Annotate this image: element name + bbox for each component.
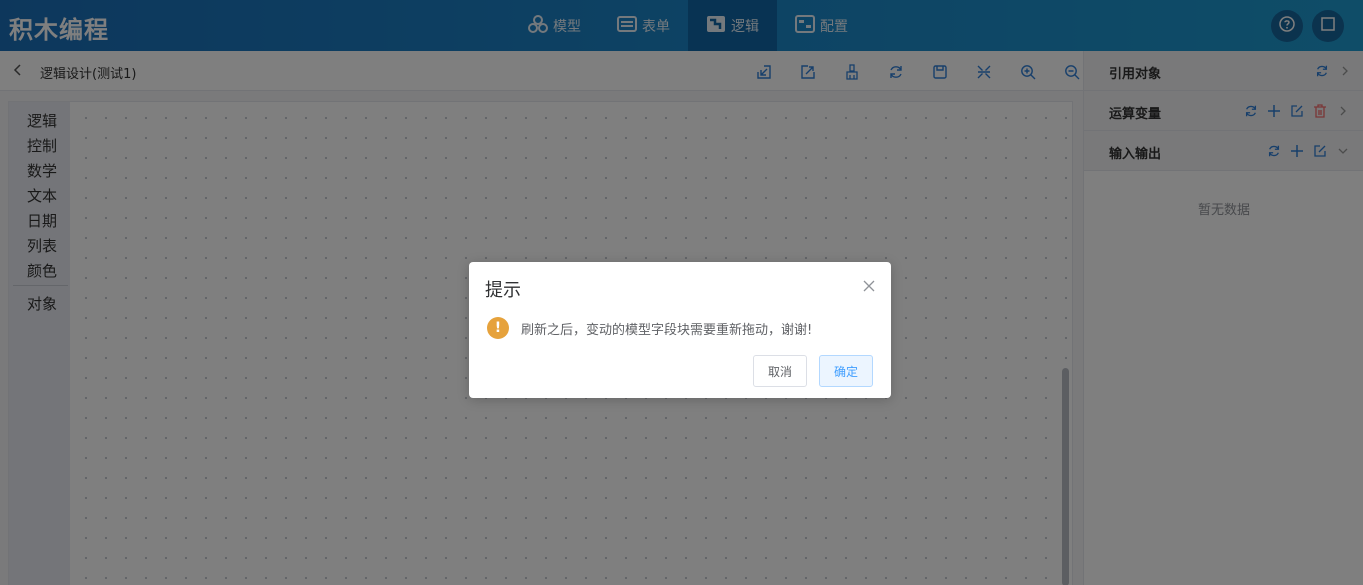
cancel-button[interactable]: 取消: [753, 355, 808, 387]
dialog-message: 刷新之后，变动的模型字段块需要重新拖动，谢谢!: [521, 323, 813, 338]
dialog-title: 提示: [485, 280, 521, 301]
close-icon[interactable]: [863, 280, 875, 296]
warning-icon: !: [487, 317, 509, 339]
confirm-button[interactable]: 确定: [819, 355, 874, 387]
confirm-dialog: 提示 ! 刷新之后，变动的模型字段块需要重新拖动，谢谢! 取消 确定: [469, 262, 891, 398]
